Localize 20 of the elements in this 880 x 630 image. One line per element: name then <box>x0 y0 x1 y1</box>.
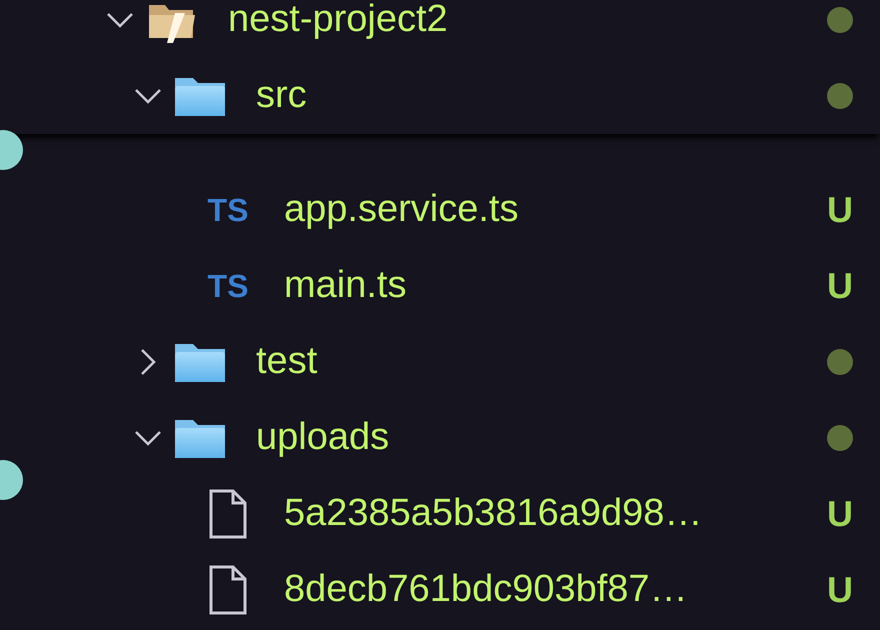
typescript-icon: TS <box>208 270 248 302</box>
folder-name[interactable]: test <box>256 341 822 383</box>
chevron-right-icon[interactable] <box>140 348 156 376</box>
folder-name[interactable]: nest-project2 <box>228 0 822 41</box>
chevron-down-icon[interactable] <box>134 430 162 446</box>
git-status: U <box>827 192 853 228</box>
folder-name[interactable]: src <box>256 75 822 117</box>
chevron-down-icon[interactable] <box>106 12 134 28</box>
file-icon <box>208 489 248 539</box>
folder-name[interactable]: uploads <box>256 417 822 459</box>
file-name[interactable]: 5a2385a5b3816a9d98… <box>284 493 822 535</box>
typescript-icon: TS <box>208 194 248 226</box>
chevron-down-icon[interactable] <box>134 88 162 104</box>
file-name[interactable]: app.service.ts <box>284 189 822 231</box>
file-name[interactable]: 8decb761bdc903bf87… <box>284 569 822 611</box>
file-icon <box>208 565 248 615</box>
git-status: U <box>827 268 853 304</box>
git-status: U <box>827 496 853 532</box>
file-name[interactable]: main.ts <box>284 265 822 307</box>
git-status: U <box>827 572 853 608</box>
